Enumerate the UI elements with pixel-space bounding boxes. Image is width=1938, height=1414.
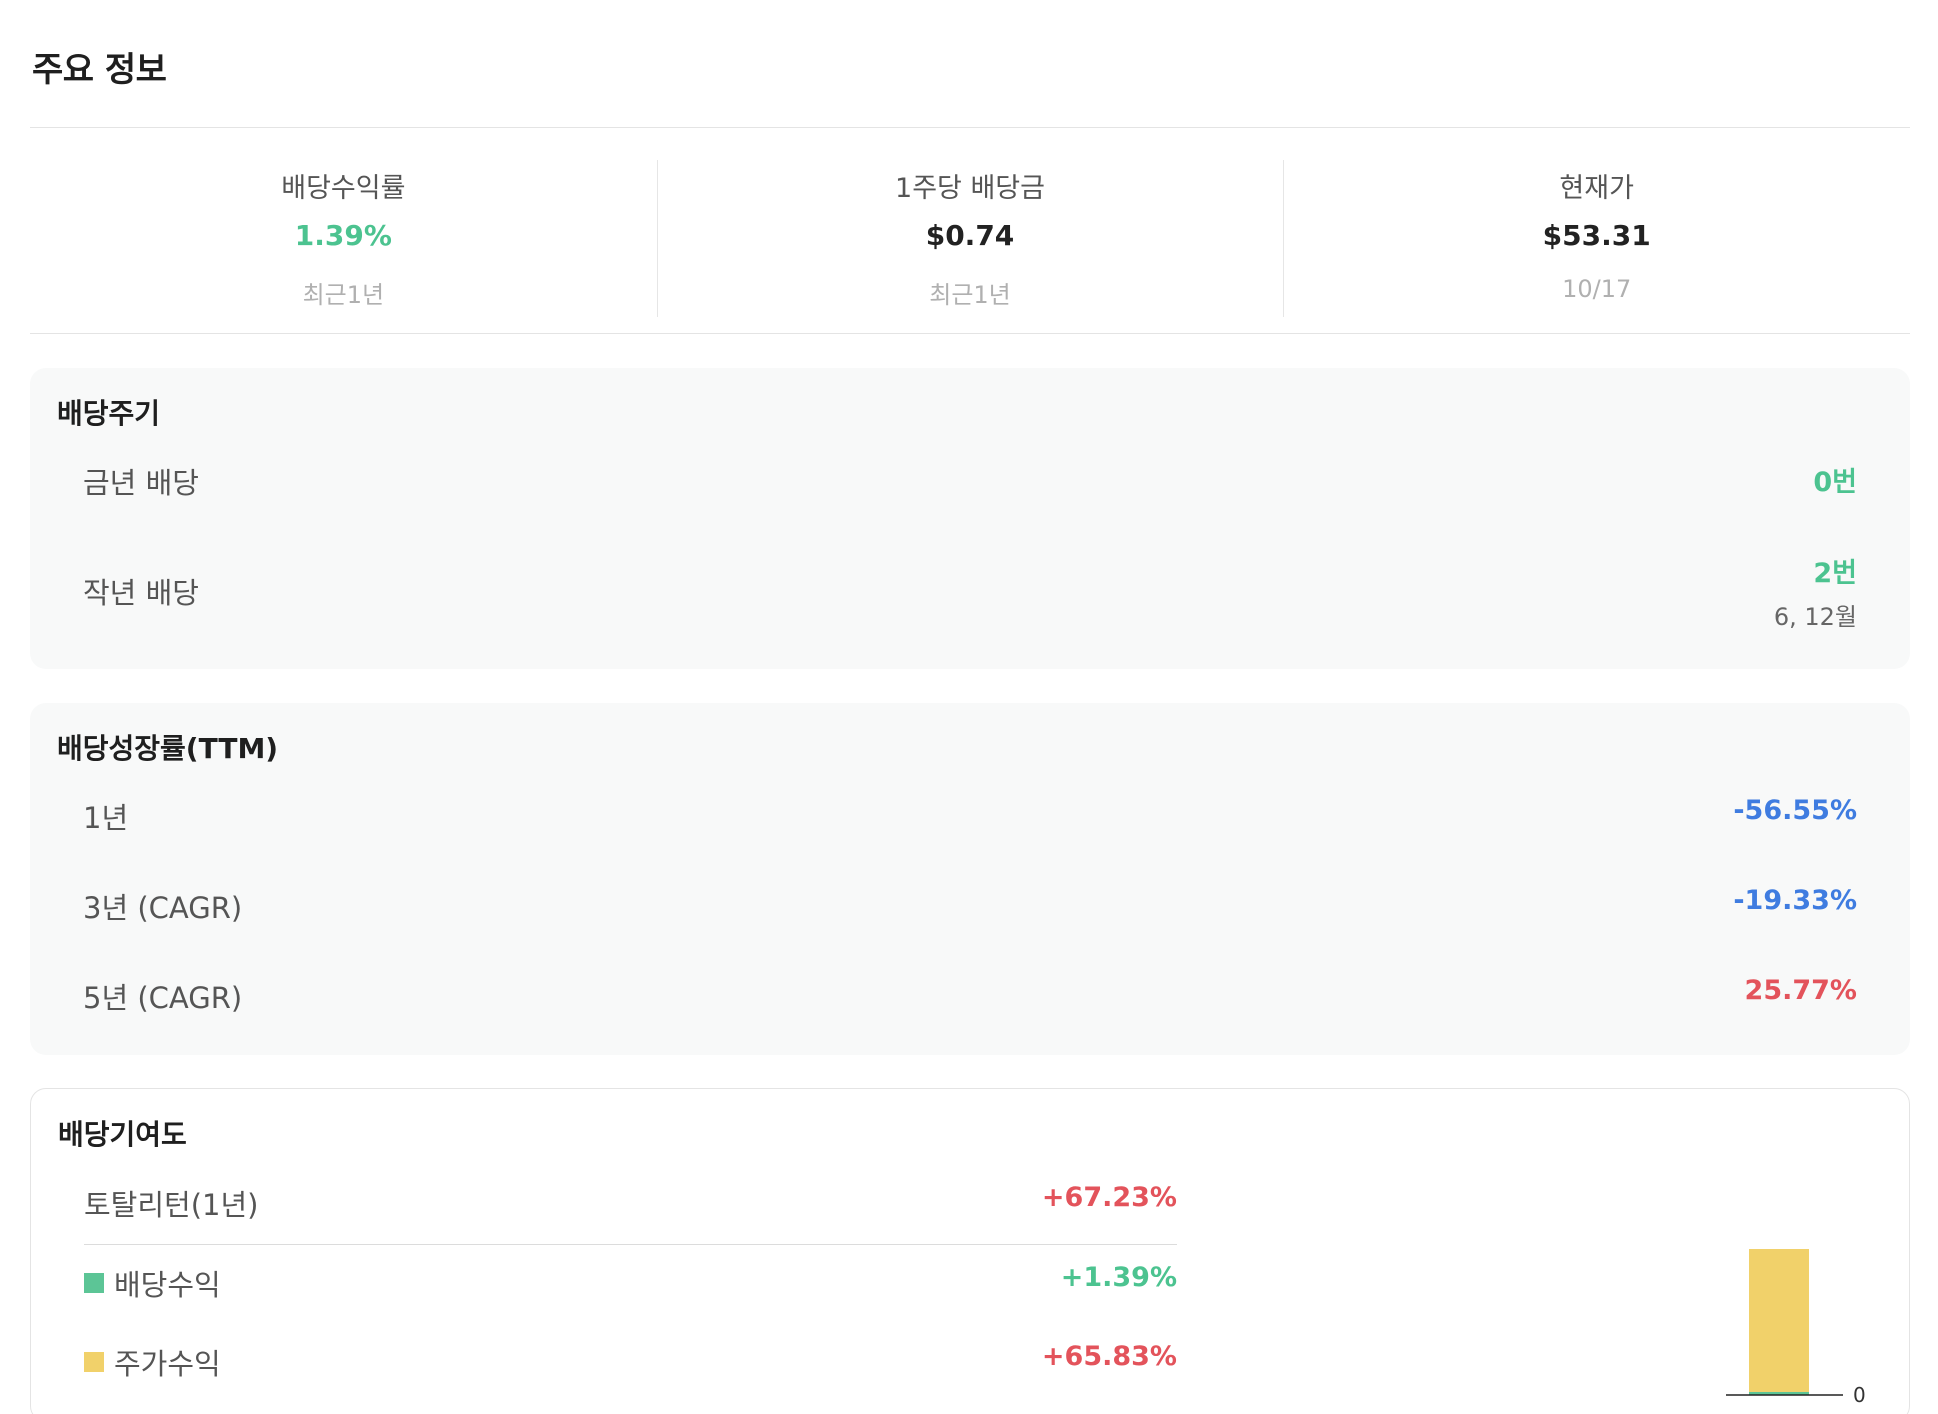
bar-price-income bbox=[1749, 1249, 1809, 1392]
summary-current-price: 현재가 $53.31 10/17 bbox=[1283, 128, 1910, 333]
dividend-income-label: 배당수익 bbox=[114, 1268, 221, 1302]
card-title: 배당성장률(TTM) bbox=[57, 732, 279, 765]
page-title: 주요 정보 bbox=[32, 50, 167, 90]
row-label-5y: 5년 (CAGR) bbox=[83, 981, 243, 1015]
row-value-last-year: 2번 bbox=[1813, 558, 1857, 589]
summary-label: 배당수익률 bbox=[281, 173, 406, 204]
summary-sub: 10/17 bbox=[1562, 275, 1632, 303]
row-value-5y: 25.77% bbox=[1744, 975, 1857, 1006]
contribution-chart: 0 bbox=[1671, 1199, 1871, 1414]
summary-panel: 배당수익률 1.39% 최근1년 1주당 배당금 $0.74 최근1년 현재가 … bbox=[30, 127, 1910, 334]
row-label-3y: 3년 (CAGR) bbox=[83, 891, 243, 925]
price-swatch-icon bbox=[84, 1352, 104, 1372]
dividend-swatch-icon bbox=[84, 1273, 104, 1293]
summary-sub: 최근1년 bbox=[929, 281, 1011, 309]
dividend-income-value: +1.39% bbox=[1060, 1262, 1177, 1293]
summary-label: 1주당 배당금 bbox=[895, 173, 1045, 204]
summary-sub: 최근1년 bbox=[302, 281, 385, 309]
card-title: 배당기여도 bbox=[58, 1118, 187, 1151]
chart-zero-label: 0 bbox=[1853, 1383, 1866, 1407]
total-return-label: 토탈리턴(1년) bbox=[84, 1188, 259, 1222]
row-label-1y: 1년 bbox=[83, 801, 129, 835]
divider bbox=[84, 1244, 1177, 1245]
summary-dividend-per-share: 1주당 배당금 $0.74 최근1년 bbox=[656, 128, 1284, 333]
row-label-last-year: 작년 배당 bbox=[83, 576, 199, 610]
row-sub-last-year-months: 6, 12월 bbox=[1773, 603, 1857, 631]
row-value-1y: -56.55% bbox=[1733, 795, 1857, 826]
dividend-cycle-card: 배당주기 금년 배당 0번 작년 배당 2번 6, 12월 bbox=[30, 368, 1910, 669]
summary-dividend-yield: 배당수익률 1.39% 최근1년 bbox=[30, 128, 657, 333]
row-label-this-year: 금년 배당 bbox=[83, 466, 199, 500]
dividend-contribution-card: 배당기여도 토탈리턴(1년) +67.23% 배당수익 +1.39% 주가수익 … bbox=[30, 1088, 1910, 1414]
total-return-value: +67.23% bbox=[1041, 1182, 1177, 1213]
summary-value: $53.31 bbox=[1542, 219, 1651, 252]
summary-label: 현재가 bbox=[1559, 173, 1634, 204]
dividend-income-row: 배당수익 bbox=[84, 1262, 221, 1304]
summary-value: 1.39% bbox=[294, 219, 392, 252]
row-value-3y: -19.33% bbox=[1733, 885, 1857, 916]
card-title: 배당주기 bbox=[57, 397, 161, 430]
contribution-chart-svg: 0 bbox=[1726, 1249, 1866, 1407]
row-value-this-year: 0번 bbox=[1813, 467, 1857, 498]
summary-value: $0.74 bbox=[925, 219, 1015, 252]
price-income-row: 주가수익 bbox=[84, 1341, 221, 1383]
price-income-label: 주가수익 bbox=[114, 1347, 221, 1381]
price-income-value: +65.83% bbox=[1041, 1341, 1177, 1372]
dividend-growth-card: 배당성장률(TTM) 1년 -56.55% 3년 (CAGR) -19.33% … bbox=[30, 703, 1910, 1055]
